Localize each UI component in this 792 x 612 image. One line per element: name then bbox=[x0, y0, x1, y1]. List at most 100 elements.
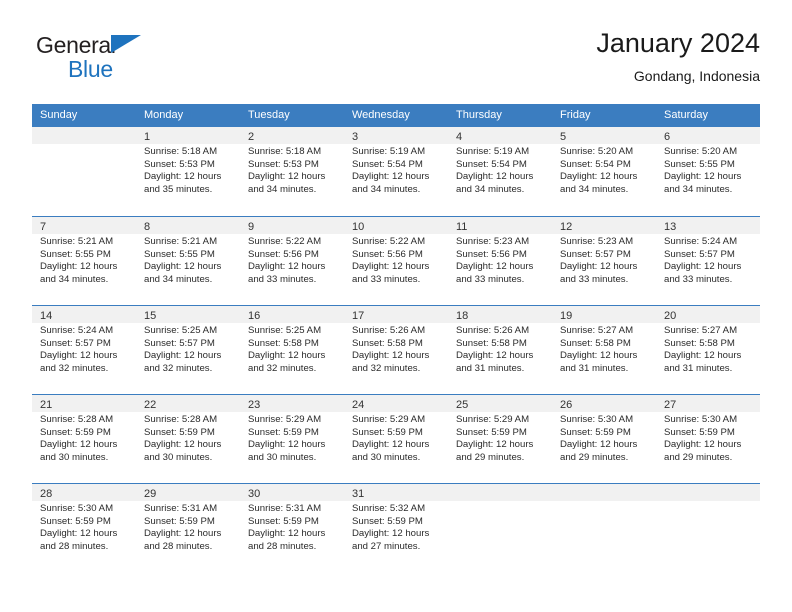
day-number-band: 16 bbox=[240, 306, 344, 323]
day-number: 22 bbox=[144, 399, 157, 411]
daylight-text-line1: Daylight: 12 hours bbox=[560, 439, 638, 451]
calendar-day-cell[interactable]: 2 Sunrise: 5:18 AM Sunset: 5:53 PM Daylight… bbox=[240, 127, 344, 216]
daylight-text-line1: Daylight: 12 hours bbox=[144, 261, 222, 273]
day-number: 12 bbox=[560, 221, 573, 233]
sunset-text: Sunset: 5:59 PM bbox=[248, 515, 319, 527]
day-number: 30 bbox=[248, 488, 261, 500]
daylight-text-line1: Daylight: 12 hours bbox=[664, 261, 742, 273]
calendar-day-cell-empty bbox=[552, 484, 656, 572]
day-number: 2 bbox=[248, 131, 255, 143]
calendar-day-cell[interactable]: 8 Sunrise: 5:21 AM Sunset: 5:55 PM Daylight… bbox=[136, 217, 240, 305]
calendar-weeks: 1 Sunrise: 5:18 AM Sunset: 5:53 PM Daylight… bbox=[32, 127, 760, 572]
sunset-text: Sunset: 5:59 PM bbox=[456, 426, 527, 438]
calendar-day-cell[interactable]: 15 Sunrise: 5:25 AM Sunset: 5:57 PM Dayligh… bbox=[136, 306, 240, 394]
day-number: 18 bbox=[456, 310, 469, 322]
sunrise-text: Sunrise: 5:28 AM bbox=[40, 414, 114, 425]
calendar-day-cell[interactable]: 5 Sunrise: 5:20 AM Sunset: 5:54 PM Daylight… bbox=[552, 127, 656, 216]
calendar-day-cell[interactable]: 26 Sunrise: 5:30 AM Sunset: 5:59 PM Dayligh… bbox=[552, 395, 656, 483]
day-number: 7 bbox=[40, 221, 47, 233]
calendar-day-cell[interactable]: 21 Sunrise: 5:28 AM Sunset: 5:59 PM Dayligh… bbox=[32, 395, 136, 483]
day-detail-block: Sunrise: 5:25 AM Sunset: 5:58 PM Daylight:… bbox=[240, 323, 344, 375]
day-number: 14 bbox=[40, 310, 53, 322]
day-number: 20 bbox=[664, 310, 677, 322]
sunset-text: Sunset: 5:54 PM bbox=[560, 158, 631, 170]
sunrise-text: Sunrise: 5:27 AM bbox=[560, 325, 634, 336]
calendar-day-cell[interactable]: 4 Sunrise: 5:19 AM Sunset: 5:54 PM Daylight… bbox=[448, 127, 552, 216]
daylight-text-line2: and 30 minutes. bbox=[40, 451, 109, 463]
calendar-week-row: 28 Sunrise: 5:30 AM Sunset: 5:59 PM Dayligh… bbox=[32, 483, 760, 572]
brand-logo[interactable]: General Blue bbox=[36, 32, 216, 88]
daylight-text-line2: and 32 minutes. bbox=[40, 362, 109, 374]
calendar-day-cell[interactable]: 10 Sunrise: 5:22 AM Sunset: 5:56 PM Dayligh… bbox=[344, 217, 448, 305]
day-number-band: 29 bbox=[136, 484, 240, 501]
day-number: 1 bbox=[144, 131, 151, 143]
daylight-text-line2: and 33 minutes. bbox=[456, 273, 525, 285]
calendar-day-cell[interactable]: 30 Sunrise: 5:31 AM Sunset: 5:59 PM Dayligh… bbox=[240, 484, 344, 572]
sunrise-text: Sunrise: 5:25 AM bbox=[144, 325, 218, 336]
calendar-day-cell[interactable]: 9 Sunrise: 5:22 AM Sunset: 5:56 PM Daylight… bbox=[240, 217, 344, 305]
sunrise-text: Sunrise: 5:29 AM bbox=[248, 414, 322, 425]
daylight-text-line1: Daylight: 12 hours bbox=[144, 350, 222, 362]
sunrise-text: Sunrise: 5:20 AM bbox=[664, 146, 738, 157]
sunrise-text: Sunrise: 5:24 AM bbox=[664, 236, 738, 247]
sunrise-text: Sunrise: 5:18 AM bbox=[144, 146, 218, 157]
daylight-text-line1: Daylight: 12 hours bbox=[456, 171, 534, 183]
page-header: General Blue January 2024 Gondang, Indon… bbox=[32, 26, 760, 96]
day-number: 28 bbox=[40, 488, 53, 500]
calendar-day-cell[interactable]: 18 Sunrise: 5:26 AM Sunset: 5:58 PM Dayligh… bbox=[448, 306, 552, 394]
sunrise-text: Sunrise: 5:27 AM bbox=[664, 325, 738, 336]
calendar-day-cell[interactable]: 11 Sunrise: 5:23 AM Sunset: 5:56 PM Dayligh… bbox=[448, 217, 552, 305]
calendar-day-cell[interactable]: 19 Sunrise: 5:27 AM Sunset: 5:58 PM Dayligh… bbox=[552, 306, 656, 394]
calendar-day-cell[interactable]: 13 Sunrise: 5:24 AM Sunset: 5:57 PM Dayligh… bbox=[656, 217, 760, 305]
sunrise-text: Sunrise: 5:18 AM bbox=[248, 146, 322, 157]
daylight-text-line1: Daylight: 12 hours bbox=[560, 350, 638, 362]
day-number-band: 3 bbox=[344, 127, 448, 144]
calendar-day-cell[interactable]: 23 Sunrise: 5:29 AM Sunset: 5:59 PM Dayligh… bbox=[240, 395, 344, 483]
daylight-text-line2: and 31 minutes. bbox=[664, 362, 733, 374]
brand-name-general: General bbox=[36, 32, 116, 58]
sunset-text: Sunset: 5:59 PM bbox=[352, 426, 423, 438]
day-detail-block: Sunrise: 5:27 AM Sunset: 5:58 PM Daylight:… bbox=[552, 323, 656, 375]
day-detail-block: Sunrise: 5:28 AM Sunset: 5:59 PM Daylight:… bbox=[136, 412, 240, 464]
calendar-day-cell[interactable]: 25 Sunrise: 5:29 AM Sunset: 5:59 PM Dayligh… bbox=[448, 395, 552, 483]
day-number-band bbox=[552, 484, 656, 501]
daylight-text-line1: Daylight: 12 hours bbox=[40, 261, 118, 273]
daylight-text-line2: and 33 minutes. bbox=[248, 273, 317, 285]
calendar-day-cell[interactable]: 24 Sunrise: 5:29 AM Sunset: 5:59 PM Dayligh… bbox=[344, 395, 448, 483]
daylight-text-line1: Daylight: 12 hours bbox=[144, 528, 222, 540]
day-number: 21 bbox=[40, 399, 53, 411]
daylight-text-line2: and 29 minutes. bbox=[560, 451, 629, 463]
daylight-text-line2: and 30 minutes. bbox=[248, 451, 317, 463]
calendar-week-row: 21 Sunrise: 5:28 AM Sunset: 5:59 PM Dayligh… bbox=[32, 394, 760, 483]
sunrise-text: Sunrise: 5:20 AM bbox=[560, 146, 634, 157]
calendar-day-cell[interactable]: 1 Sunrise: 5:18 AM Sunset: 5:53 PM Daylight… bbox=[136, 127, 240, 216]
calendar-day-cell[interactable]: 12 Sunrise: 5:23 AM Sunset: 5:57 PM Dayligh… bbox=[552, 217, 656, 305]
sunset-text: Sunset: 5:59 PM bbox=[40, 515, 111, 527]
calendar-day-cell[interactable]: 17 Sunrise: 5:26 AM Sunset: 5:58 PM Dayligh… bbox=[344, 306, 448, 394]
calendar-day-cell[interactable]: 3 Sunrise: 5:19 AM Sunset: 5:54 PM Daylight… bbox=[344, 127, 448, 216]
daylight-text-line1: Daylight: 12 hours bbox=[560, 261, 638, 273]
calendar-day-cell[interactable]: 28 Sunrise: 5:30 AM Sunset: 5:59 PM Dayligh… bbox=[32, 484, 136, 572]
day-number: 17 bbox=[352, 310, 365, 322]
sunrise-text: Sunrise: 5:22 AM bbox=[352, 236, 426, 247]
day-detail-block: Sunrise: 5:21 AM Sunset: 5:55 PM Daylight:… bbox=[32, 234, 136, 286]
day-detail-block: Sunrise: 5:31 AM Sunset: 5:59 PM Daylight:… bbox=[136, 501, 240, 553]
calendar-grid: Sunday Monday Tuesday Wednesday Thursday Frid… bbox=[32, 104, 760, 572]
weekday-header-sunday: Sunday bbox=[40, 109, 78, 121]
calendar-day-cell[interactable]: 27 Sunrise: 5:30 AM Sunset: 5:59 PM Dayligh… bbox=[656, 395, 760, 483]
day-number-band bbox=[448, 484, 552, 501]
day-number-band: 11 bbox=[448, 217, 552, 234]
brand-triangle-icon bbox=[111, 35, 141, 53]
calendar-day-cell[interactable]: 22 Sunrise: 5:28 AM Sunset: 5:59 PM Dayligh… bbox=[136, 395, 240, 483]
calendar-day-cell[interactable]: 29 Sunrise: 5:31 AM Sunset: 5:59 PM Dayligh… bbox=[136, 484, 240, 572]
calendar-day-cell[interactable]: 6 Sunrise: 5:20 AM Sunset: 5:55 PM Daylight… bbox=[656, 127, 760, 216]
day-detail-block: Sunrise: 5:23 AM Sunset: 5:57 PM Daylight:… bbox=[552, 234, 656, 286]
calendar-day-cell[interactable]: 14 Sunrise: 5:24 AM Sunset: 5:57 PM Dayligh… bbox=[32, 306, 136, 394]
calendar-day-cell[interactable]: 31 Sunrise: 5:32 AM Sunset: 5:59 PM Dayligh… bbox=[344, 484, 448, 572]
calendar-day-cell[interactable]: 7 Sunrise: 5:21 AM Sunset: 5:55 PM Daylight… bbox=[32, 217, 136, 305]
calendar-day-cell[interactable]: 16 Sunrise: 5:25 AM Sunset: 5:58 PM Dayligh… bbox=[240, 306, 344, 394]
calendar-day-cell[interactable]: 20 Sunrise: 5:27 AM Sunset: 5:58 PM Dayligh… bbox=[656, 306, 760, 394]
day-number-band: 12 bbox=[552, 217, 656, 234]
page-subtitle: Gondang, Indonesia bbox=[633, 68, 760, 84]
day-number-band: 5 bbox=[552, 127, 656, 144]
